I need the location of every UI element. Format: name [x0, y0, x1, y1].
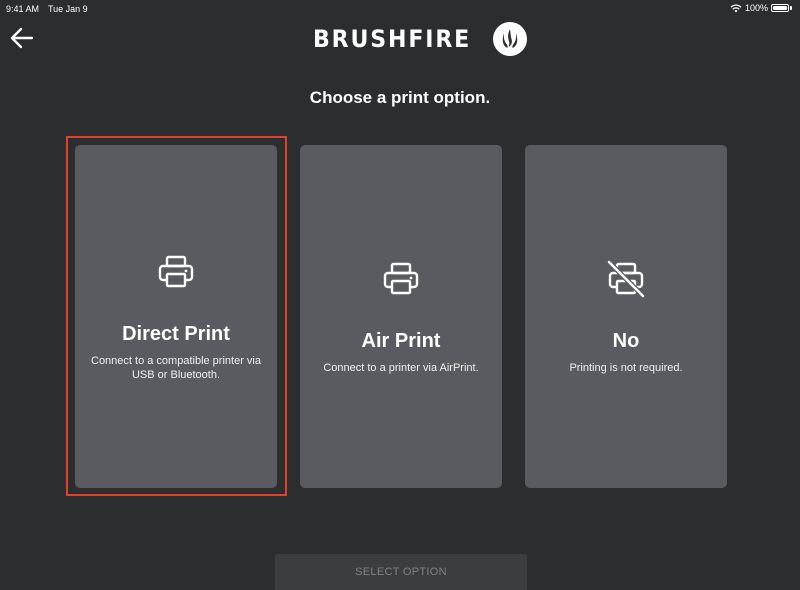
status-time: 9:41 AM [6, 4, 40, 14]
status-indicators: 100% [730, 3, 792, 13]
option-description: Connect to a printer via AirPrint. [323, 362, 479, 374]
option-title: Direct Print [122, 323, 230, 345]
battery-tip [790, 6, 792, 10]
option-card-air-print[interactable]: Air Print Connect to a printer via AirPr… [300, 145, 502, 488]
printer-icon [383, 262, 419, 295]
back-button[interactable] [8, 24, 36, 52]
flame-icon [492, 22, 527, 56]
brand-logo: BRUSHFIRE [313, 22, 527, 56]
option-card-direct-print[interactable]: Direct Print Connect to a compatible pri… [75, 145, 277, 488]
battery-icon [771, 4, 789, 12]
wifi-icon [730, 3, 742, 12]
battery-percent: 100% [744, 3, 768, 13]
select-option-button[interactable]: SELECT OPTION [275, 554, 527, 590]
option-description: Connect to a compatible printer via USB … [91, 355, 261, 381]
status-bar: 9:41 AM Tue Jan 9 100% [0, 0, 800, 18]
option-title: No [612, 330, 640, 352]
option-description: Printing is not required. [569, 362, 683, 374]
status-date: Tue Jan 9 [48, 4, 88, 14]
option-title: Air Print [361, 330, 441, 352]
printer-off-icon [607, 260, 645, 298]
arrow-left-icon [10, 27, 34, 49]
logo-text: BRUSHFIRE [313, 25, 472, 53]
option-card-no-print[interactable]: No Printing is not required. [525, 145, 727, 488]
printer-icon [158, 255, 194, 288]
page-title: Choose a print option. [309, 88, 491, 107]
